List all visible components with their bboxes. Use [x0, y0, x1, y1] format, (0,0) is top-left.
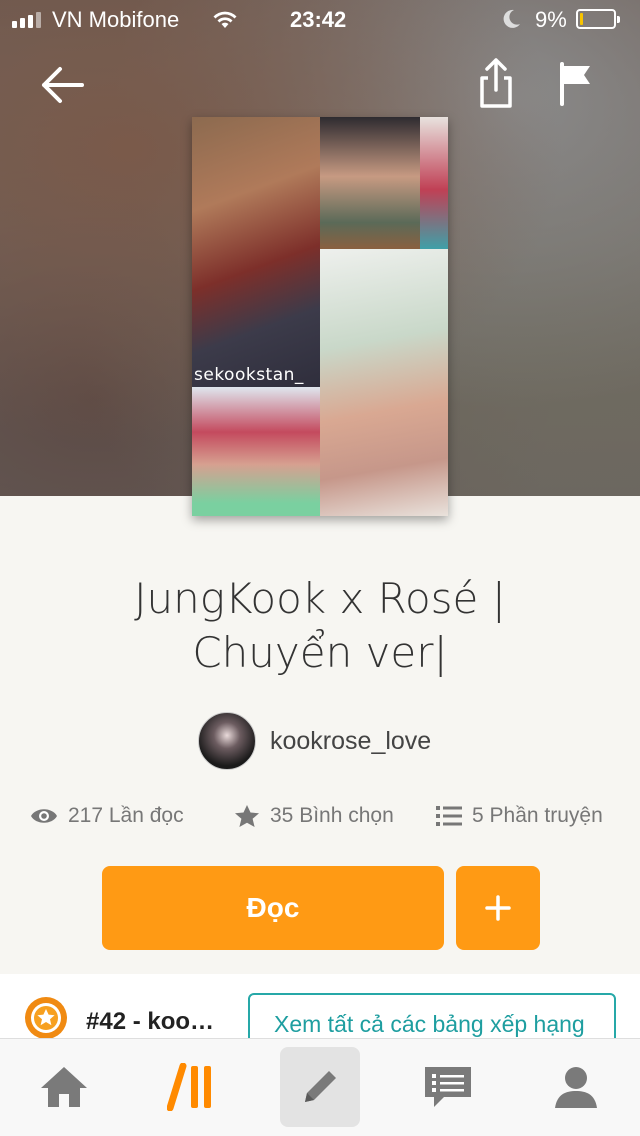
battery-level — [580, 13, 583, 25]
share-icon — [480, 58, 512, 108]
do-not-disturb-icon — [503, 9, 520, 28]
author-avatar — [198, 712, 256, 770]
parts-stat: 5 Phần truyện — [436, 804, 603, 828]
cover-photo-tile — [192, 387, 320, 516]
battery-percent: 9% — [535, 7, 567, 32]
reads-count: 217 Lần đọc — [68, 804, 184, 827]
read-button[interactable]: Đọc — [102, 866, 444, 950]
list-icon — [436, 806, 462, 826]
story-stats: 217 Lần đọc 35 Bình chọn 5 Phần truyện — [0, 800, 640, 836]
tab-library[interactable] — [152, 1047, 232, 1127]
cover-photo-tile — [192, 117, 320, 387]
view-all-rankings-button[interactable]: Xem tất cả các bảng xếp hạng — [248, 993, 616, 1038]
story-title-line: Chuyển ver| — [192, 628, 448, 677]
medal-icon — [25, 997, 67, 1038]
cover-watermark: sekookstan_ — [194, 365, 304, 385]
eye-icon — [31, 809, 57, 823]
messages-icon — [425, 1067, 471, 1107]
cover-photo-tile — [420, 117, 448, 249]
home-icon — [41, 1067, 87, 1107]
profile-icon — [555, 1067, 597, 1108]
report-button[interactable] — [556, 60, 596, 110]
ranking-section: #42 - koo… Xem tất cả các bảng xếp hạng — [0, 974, 640, 1038]
author-name: kookrose_love — [270, 726, 432, 755]
library-icon — [167, 1063, 211, 1111]
share-button[interactable] — [474, 56, 518, 112]
clock: 23:42 — [290, 7, 347, 32]
parts-count: 5 Phần truyện — [472, 804, 603, 827]
add-to-library-button[interactable] — [456, 866, 540, 950]
tab-home[interactable] — [24, 1047, 104, 1127]
signal-strength-icon — [12, 12, 41, 28]
tab-messages[interactable] — [408, 1047, 488, 1127]
plus-icon — [485, 895, 511, 921]
rank-label[interactable]: #42 - koo… — [86, 1008, 214, 1036]
tab-profile[interactable] — [536, 1047, 616, 1127]
back-button[interactable] — [38, 60, 88, 110]
arrow-left-icon — [42, 67, 84, 103]
reads-stat: 217 Lần đọc — [30, 804, 184, 828]
star-icon — [235, 805, 259, 827]
pencil-icon — [305, 1071, 336, 1102]
story-cover-image[interactable]: sekookstan_ — [192, 117, 448, 516]
wifi-icon — [213, 11, 237, 28]
bottom-tab-bar — [0, 1038, 640, 1136]
votes-count: 35 Bình chọn — [270, 804, 394, 827]
cover-photo-tile — [320, 249, 448, 516]
story-title: JungKook x Rosé | Chuyển ver| — [60, 572, 580, 680]
status-bar: VN Mobifone 23:42 9% — [0, 0, 640, 40]
cover-photo-tile — [320, 117, 420, 249]
story-title-line: JungKook x Rosé | — [134, 574, 506, 623]
carrier-name: VN Mobifone — [52, 7, 180, 32]
author-link[interactable]: kookrose_love — [198, 712, 431, 770]
battery-icon — [576, 9, 620, 29]
tab-write[interactable] — [280, 1047, 360, 1127]
votes-stat: 35 Bình chọn — [234, 804, 394, 828]
flag-icon — [560, 62, 590, 106]
